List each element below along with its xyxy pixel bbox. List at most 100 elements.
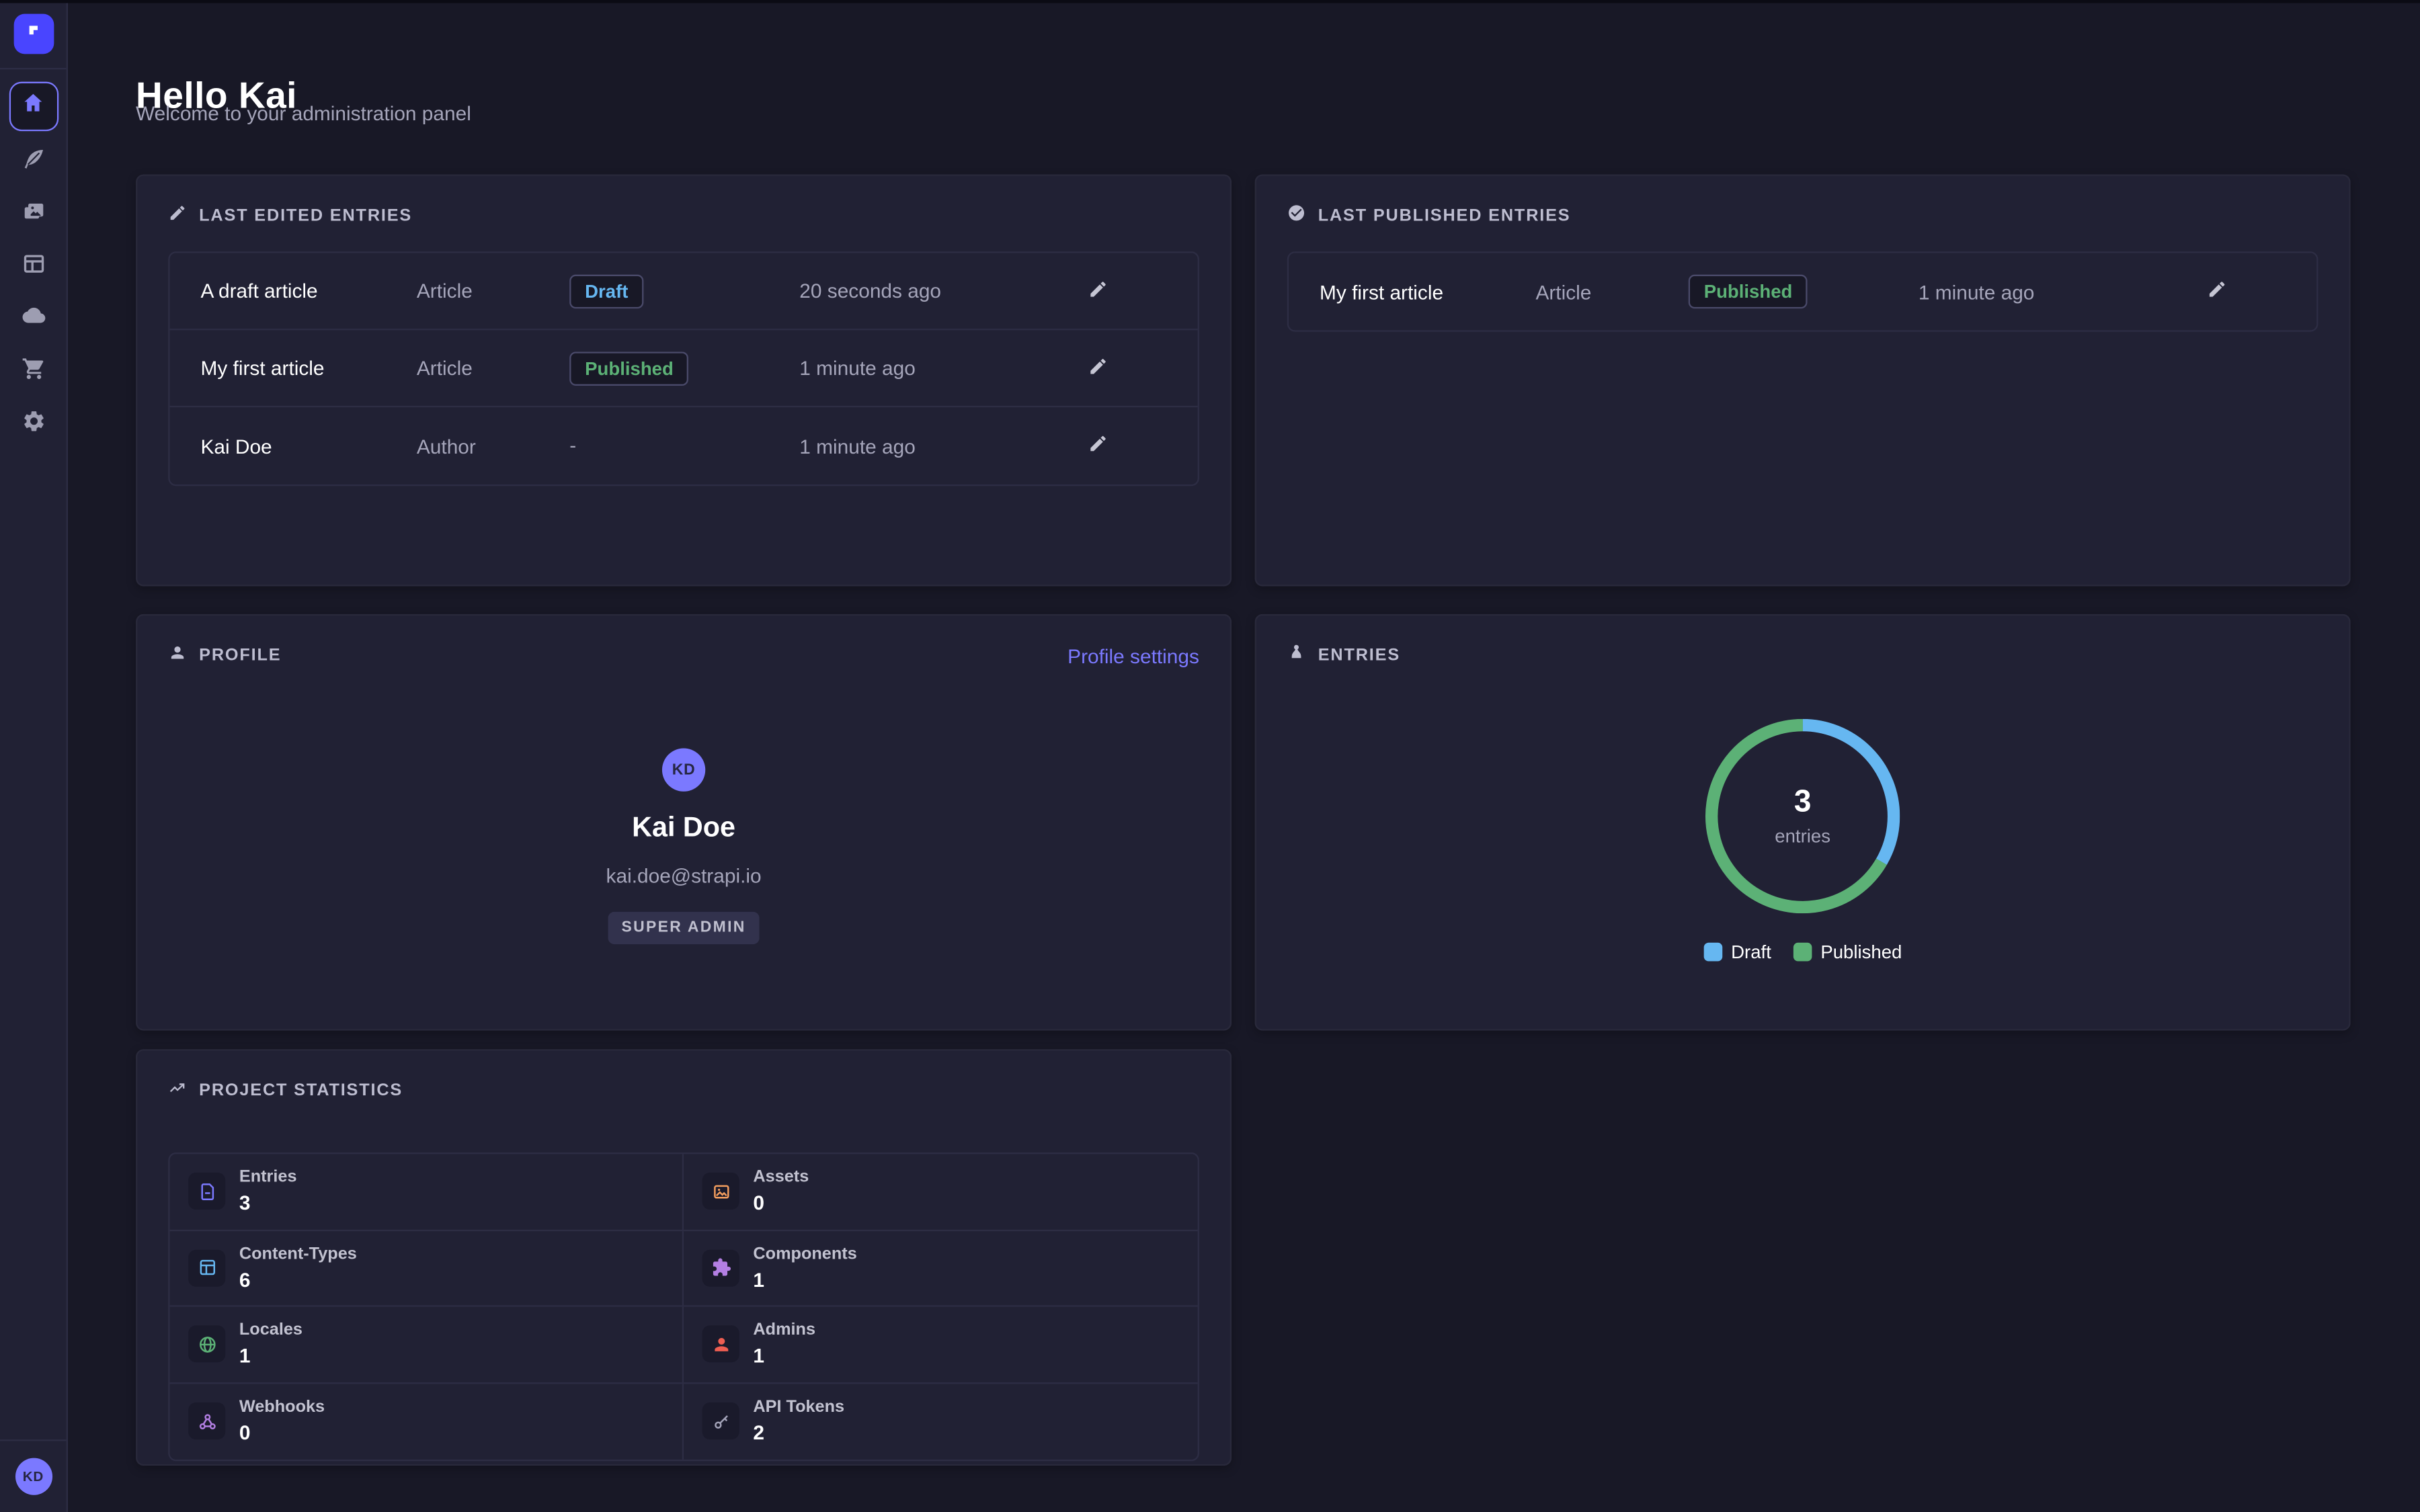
stat-label: Content-Types xyxy=(239,1245,357,1263)
home-icon xyxy=(22,91,44,122)
profile-name: Kai Doe xyxy=(137,812,1230,844)
entries-header: ENTRIES xyxy=(1256,616,2349,689)
strapi-logo[interactable] xyxy=(13,14,54,54)
entry-name: My first article xyxy=(1320,280,1535,303)
table-row[interactable]: My first article Article Published 1 min… xyxy=(1289,253,2316,331)
stat-text: Webhooks 0 xyxy=(239,1398,325,1445)
sidebar-item-content-type-builder[interactable] xyxy=(11,245,54,288)
stat-label: Admins xyxy=(753,1321,815,1340)
stat-label: API Tokens xyxy=(753,1398,844,1417)
entry-status-cell: - xyxy=(569,432,799,460)
edit-entry-button[interactable] xyxy=(1079,349,1116,386)
table-row[interactable]: My first article Article Published 1 min… xyxy=(170,330,1198,407)
entry-time: 1 minute ago xyxy=(1919,280,2147,303)
main-sidebar: KD xyxy=(0,0,68,1512)
stat-text: Components 1 xyxy=(753,1245,856,1291)
gear-icon xyxy=(21,408,46,440)
key-icon xyxy=(702,1403,739,1440)
last-edited-header: LAST EDITED ENTRIES xyxy=(137,176,1230,250)
sidebar-footer-divider xyxy=(0,1439,67,1441)
stat-tile-assets: Assets 0 xyxy=(684,1154,1198,1230)
sidebar-item-home[interactable] xyxy=(9,82,58,131)
sidebar-nav xyxy=(9,82,58,446)
stat-tile-locales: Locales1 xyxy=(170,1307,684,1384)
stat-value: 0 xyxy=(239,1421,325,1444)
stat-text: Content-Types 6 xyxy=(239,1245,357,1291)
stat-tile-webhooks: Webhooks 0 xyxy=(170,1383,684,1460)
user-icon xyxy=(168,642,187,669)
card-title: LAST PUBLISHED ENTRIES xyxy=(1318,207,1571,226)
sidebar-footer: KD xyxy=(0,1439,67,1512)
legend-label: Draft xyxy=(1731,941,1771,963)
project-statistics-header: PROJECT STATISTICS xyxy=(137,1051,1230,1125)
entry-name: My first article xyxy=(200,356,416,379)
last-edited-entries-card: LAST EDITED ENTRIES A draft article Arti… xyxy=(136,174,1232,586)
last-published-entries-card: LAST PUBLISHED ENTRIES My first article … xyxy=(1255,174,2351,586)
avatar: KD xyxy=(662,749,705,792)
image-icon xyxy=(702,1173,739,1210)
entry-status-cell: Published xyxy=(569,351,799,385)
entries-donut-chart: 3 entries xyxy=(1705,719,1900,913)
globe-icon xyxy=(188,1326,225,1363)
cloud-icon xyxy=(21,303,46,335)
stat-tile-entries: Entries3 xyxy=(170,1154,684,1230)
stat-text: Entries3 xyxy=(239,1169,297,1215)
stat-value: 0 xyxy=(753,1191,809,1214)
table-row[interactable]: A draft article Article Draft 20 seconds… xyxy=(170,253,1198,331)
sidebar-divider xyxy=(0,68,67,69)
last-edited-table: A draft article Article Draft 20 seconds… xyxy=(168,251,1199,486)
project-statistics-card: PROJECT STATISTICS Entries3 Assets 0 Cont… xyxy=(136,1049,1232,1466)
stat-value: 6 xyxy=(239,1268,357,1291)
role-badge: SUPER ADMIN xyxy=(608,912,760,944)
profile-settings-link[interactable]: Profile settings xyxy=(1067,645,1199,668)
last-published-header: LAST PUBLISHED ENTRIES xyxy=(1256,176,2349,250)
sidebar-item-content-manager[interactable] xyxy=(11,140,54,183)
stat-value: 1 xyxy=(753,1268,856,1291)
user-avatar[interactable]: KD xyxy=(15,1458,52,1495)
status-badge: Published xyxy=(569,351,689,385)
entry-action-cell xyxy=(1028,349,1167,386)
legend-label: Published xyxy=(1820,941,1902,963)
edit-entry-button[interactable] xyxy=(1079,427,1116,464)
sidebar-item-deploy[interactable] xyxy=(11,298,54,341)
edit-entry-button[interactable] xyxy=(2197,273,2234,310)
stat-label: Components xyxy=(753,1245,856,1263)
entry-name: A draft article xyxy=(200,280,416,302)
images-icon xyxy=(21,198,46,230)
entry-type: Article xyxy=(1535,280,1688,303)
entries-total-label: entries xyxy=(1775,825,1830,847)
entries-card: ENTRIES 3 entries Draft Published xyxy=(1255,614,2351,1031)
sidebar-item-marketplace[interactable] xyxy=(11,350,54,393)
pencil-icon xyxy=(168,202,187,230)
card-title: PROJECT STATISTICS xyxy=(199,1081,403,1100)
stat-label: Entries xyxy=(239,1169,297,1187)
webhook-icon xyxy=(188,1403,225,1440)
layout-icon xyxy=(21,251,46,283)
sidebar-item-media-library[interactable] xyxy=(11,193,54,236)
puzzle-icon xyxy=(702,1249,739,1286)
entry-time: 20 seconds ago xyxy=(799,280,1028,302)
pencil-icon xyxy=(1087,355,1107,380)
stat-text: Assets 0 xyxy=(753,1169,809,1215)
table-row[interactable]: Kai Doe Author - 1 minute ago xyxy=(170,407,1198,485)
stats-grid: Entries3 Assets 0 Content-Types 6 Componen… xyxy=(168,1152,1199,1461)
stat-label: Webhooks xyxy=(239,1398,325,1417)
stat-label: Assets xyxy=(753,1169,809,1187)
profile-card: PROFILE Profile settings KD Kai Doe kai.… xyxy=(136,614,1232,1031)
entry-type: Article xyxy=(417,280,569,302)
last-published-table: My first article Article Published 1 min… xyxy=(1287,251,2318,331)
entry-action-cell xyxy=(2147,273,2286,310)
legend-item-draft: Draft xyxy=(1703,941,1771,963)
entry-name: Kai Doe xyxy=(200,434,416,457)
card-title: ENTRIES xyxy=(1318,646,1400,665)
entry-time: 1 minute ago xyxy=(799,434,1028,457)
sidebar-item-settings[interactable] xyxy=(11,403,54,446)
feather-icon xyxy=(21,146,46,178)
entry-status-cell: Published xyxy=(1689,275,1919,309)
stat-value: 1 xyxy=(753,1344,815,1367)
profile-header: PROFILE xyxy=(137,616,1230,689)
stat-value: 2 xyxy=(753,1421,844,1444)
page-subtitle: Welcome to your administration panel xyxy=(136,102,471,125)
edit-entry-button[interactable] xyxy=(1079,272,1116,309)
donut-center-label: 3 entries xyxy=(1705,719,1900,913)
